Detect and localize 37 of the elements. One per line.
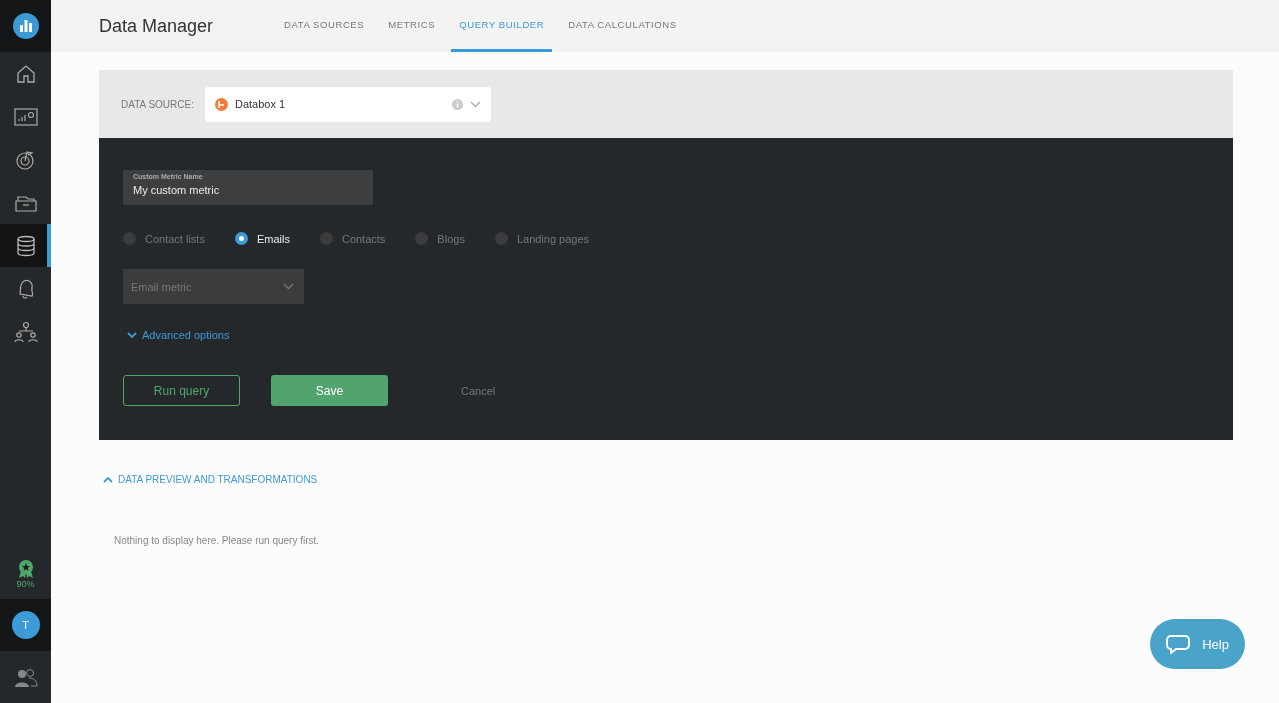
radio-option[interactable]: Blogs	[415, 232, 465, 245]
tab[interactable]: DATA SOURCES	[276, 0, 373, 52]
help-button[interactable]: Help	[1150, 619, 1245, 669]
users-icon	[13, 666, 38, 688]
radio-option[interactable]: Emails	[234, 232, 290, 245]
team-icon	[13, 320, 38, 343]
radio-option[interactable]: Contact lists	[123, 232, 205, 245]
info-icon	[452, 98, 463, 110]
logo-icon[interactable]	[0, 0, 51, 52]
empty-message: Nothing to display here. Please run query first.	[114, 535, 321, 546]
target-icon	[14, 148, 37, 171]
award-ribbon-icon	[16, 559, 35, 579]
dashboard-icon	[13, 107, 38, 126]
page-title: Data Manager	[99, 15, 215, 37]
progress-percentage: 90%	[16, 579, 35, 589]
tab[interactable]: QUERY BUILDER	[451, 0, 553, 52]
chevron-down-icon	[470, 100, 481, 108]
tab[interactable]: METRICS	[380, 0, 444, 52]
cancel-button[interactable]: Cancel	[455, 383, 502, 398]
tab[interactable]: DATA CALCULATIONS	[560, 0, 685, 52]
radio-option[interactable]: Landing pages	[494, 232, 590, 245]
data-source-dropdown[interactable]: Databox 1	[205, 86, 491, 122]
advanced-options-link[interactable]: Advanced options	[123, 329, 230, 341]
radio-option[interactable]: Contacts	[319, 232, 386, 245]
database-icon	[14, 234, 37, 257]
chevron-icon	[103, 476, 113, 483]
run-query-button[interactable]: Run query	[123, 375, 240, 406]
user-avatar[interactable]: T	[11, 611, 40, 639]
source-logo-icon	[215, 97, 228, 111]
data-source-label: DATA SOURCE:	[121, 98, 194, 110]
save-button[interactable]: Save	[271, 375, 388, 406]
data-preview-toggle[interactable]: DATA PREVIEW AND TRANSFORMATIONS	[99, 474, 318, 485]
chat-bubble-icon	[1166, 634, 1191, 654]
chevron-icon	[127, 331, 137, 339]
metric-dropdown[interactable]: Email metric	[123, 269, 304, 304]
nav-item[interactable]	[0, 224, 51, 267]
chevron-down-icon	[283, 283, 294, 290]
